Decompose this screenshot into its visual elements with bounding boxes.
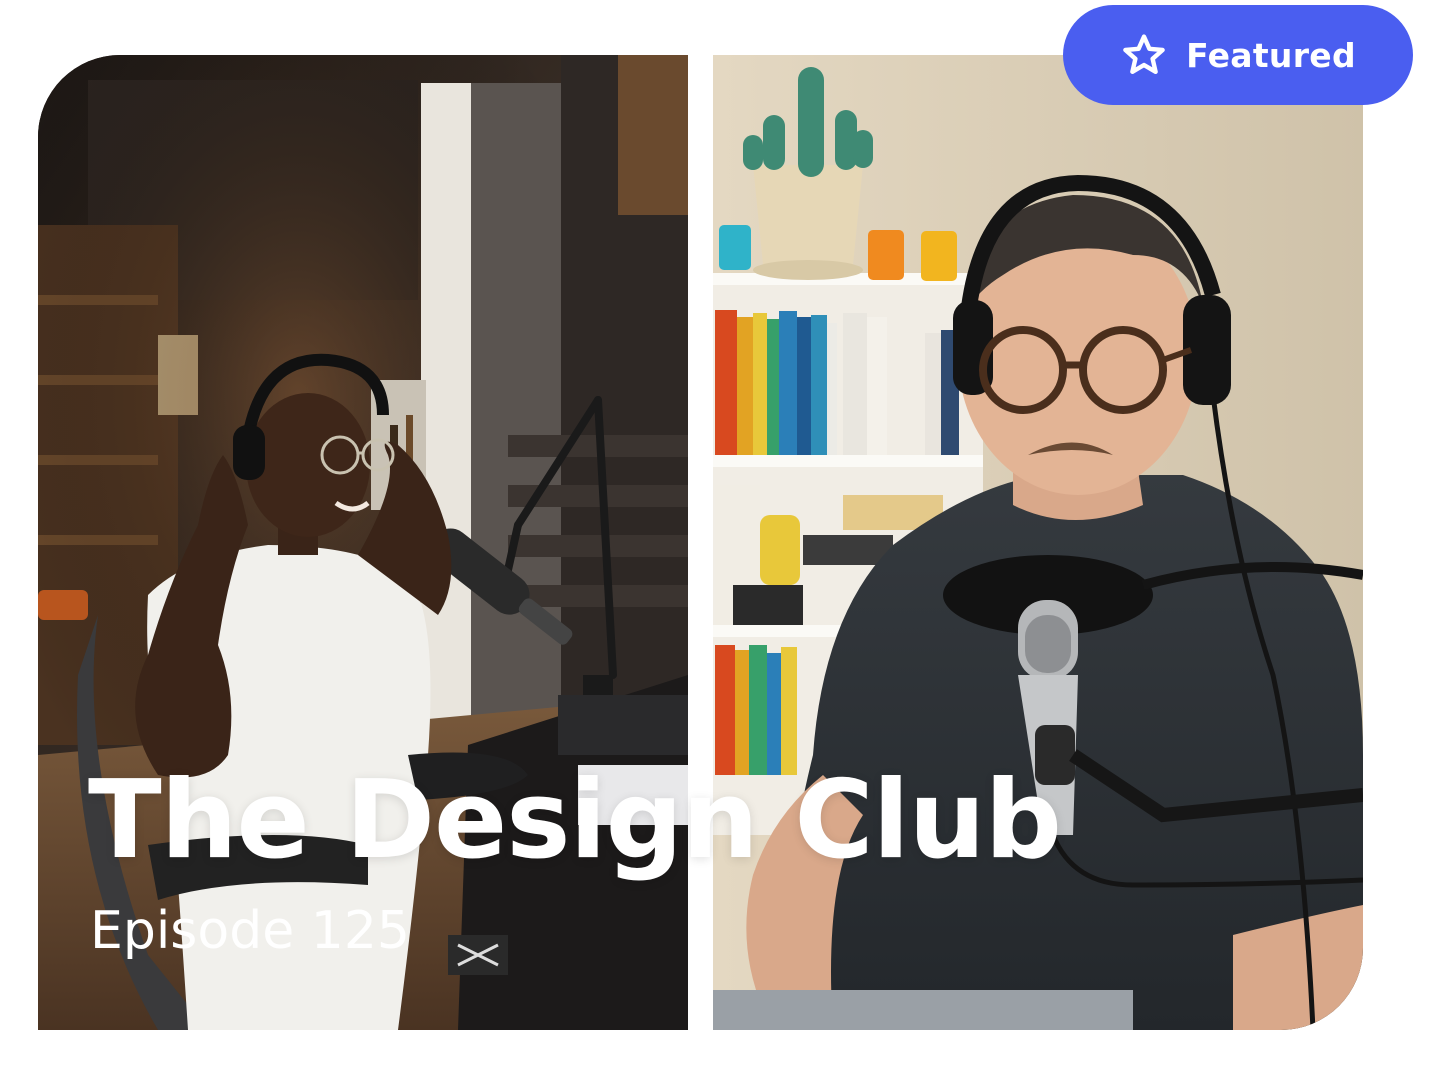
- guest-photo-illustration: [713, 55, 1363, 1030]
- host-photo-left: [38, 55, 688, 1030]
- featured-badge-label: Featured: [1186, 35, 1356, 75]
- featured-badge[interactable]: Featured: [1063, 5, 1413, 105]
- star-outline-icon: [1123, 34, 1165, 74]
- episode-title: The Design Club: [88, 758, 1062, 883]
- episode-number: Episode 125: [90, 901, 410, 961]
- host-photo-illustration: [38, 55, 688, 1030]
- episode-cover-card[interactable]: Featured The Design Club Episode 125: [0, 0, 1440, 1080]
- guest-photo-right: [713, 55, 1363, 1030]
